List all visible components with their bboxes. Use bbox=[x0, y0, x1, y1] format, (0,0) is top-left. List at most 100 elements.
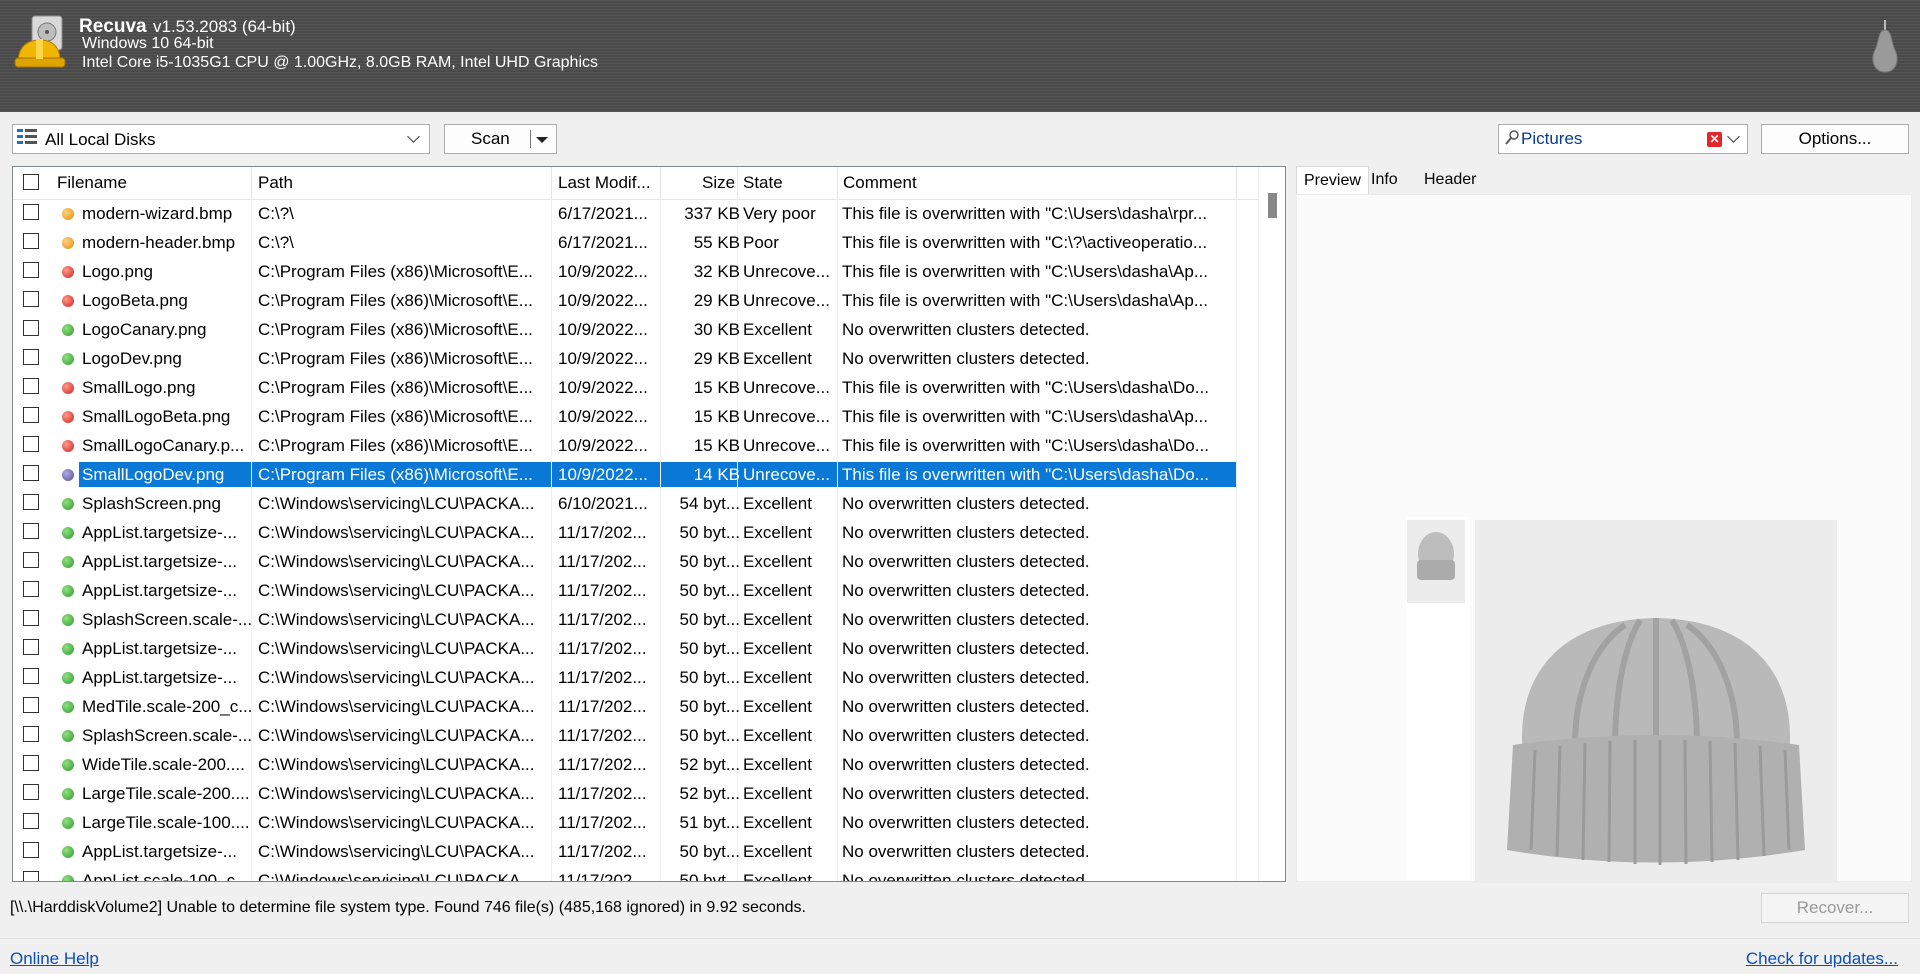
state-indicator-icon bbox=[62, 266, 74, 278]
file-row[interactable]: SmallLogo.png C:\Program Files (x86)\Micr… bbox=[13, 373, 1258, 402]
file-row[interactable]: AppList.targetsize-... C:\Windows\servici… bbox=[13, 547, 1258, 576]
cell-divider bbox=[660, 199, 661, 228]
file-row[interactable]: AppList.targetsize-... C:\Windows\servici… bbox=[13, 634, 1258, 663]
column-divider[interactable] bbox=[660, 167, 661, 199]
file-row[interactable]: LogoBeta.png C:\Program Files (x86)\Micro… bbox=[13, 286, 1258, 315]
file-row[interactable]: AppList.targetsize-... C:\Windows\servici… bbox=[13, 837, 1258, 866]
row-checkbox[interactable] bbox=[23, 291, 39, 307]
beanie-thumbnail-image[interactable] bbox=[1407, 520, 1465, 603]
file-row[interactable]: SmallLogoCanary.p... C:\Program Files (x8… bbox=[13, 431, 1258, 460]
row-checkbox[interactable] bbox=[23, 581, 39, 597]
scan-dropdown-arrow-icon[interactable] bbox=[536, 137, 548, 143]
cell-state: Excellent bbox=[743, 697, 812, 716]
file-row[interactable]: SplashScreen.scale-... C:\Windows\servici… bbox=[13, 605, 1258, 634]
row-checkbox[interactable] bbox=[23, 842, 39, 858]
cell-path: C:\Windows\servicing\LCU\PACKA... bbox=[258, 726, 535, 745]
row-checkbox[interactable] bbox=[23, 726, 39, 742]
row-checkbox[interactable] bbox=[23, 610, 39, 626]
cell-comment: No overwritten clusters detected. bbox=[842, 871, 1090, 882]
tab-preview[interactable]: Preview bbox=[1296, 166, 1369, 195]
cell-path: C:\Program Files (x86)\Microsoft\E... bbox=[258, 436, 533, 455]
row-checkbox[interactable] bbox=[23, 784, 39, 800]
column-divider[interactable] bbox=[551, 167, 552, 199]
row-checkbox[interactable] bbox=[23, 494, 39, 510]
options-button[interactable]: Options... bbox=[1761, 124, 1909, 154]
row-checkbox[interactable] bbox=[23, 320, 39, 336]
clear-filter-icon[interactable]: ✕ bbox=[1707, 132, 1722, 147]
row-checkbox[interactable] bbox=[23, 407, 39, 423]
select-all-checkbox[interactable] bbox=[23, 174, 39, 190]
cell-filename: SplashScreen.png bbox=[82, 494, 221, 513]
state-indicator-icon bbox=[62, 759, 74, 771]
file-row[interactable]: modern-header.bmp C:\?\ 6/17/2021... 55 KB P… bbox=[13, 228, 1258, 257]
row-checkbox[interactable] bbox=[23, 668, 39, 684]
cell-size: 50 byt... bbox=[679, 581, 740, 600]
file-row[interactable]: AppList.targetsize-... C:\Windows\servici… bbox=[13, 576, 1258, 605]
vertical-scrollbar[interactable] bbox=[1258, 167, 1285, 881]
row-checkbox[interactable] bbox=[23, 697, 39, 713]
file-row[interactable]: LargeTile.scale-200.... C:\Windows\servic… bbox=[13, 779, 1258, 808]
file-row[interactable]: SmallLogoDev.png C:\Program Files (x86)\M… bbox=[13, 460, 1258, 489]
row-checkbox[interactable] bbox=[23, 639, 39, 655]
column-state[interactable]: State bbox=[743, 173, 783, 193]
tab-info[interactable]: Info bbox=[1364, 166, 1405, 194]
cell-path: C:\Windows\servicing\LCU\PACKA... bbox=[258, 523, 535, 542]
state-indicator-icon bbox=[62, 614, 74, 626]
cell-comment: No overwritten clusters detected. bbox=[842, 726, 1090, 745]
column-last-modified[interactable]: Last Modif... bbox=[558, 173, 651, 193]
cell-last-modified: 11/17/202... bbox=[558, 523, 647, 542]
file-row[interactable]: AppList.targetsize-... C:\Windows\servici… bbox=[13, 518, 1258, 547]
file-row[interactable]: MedTile.scale-200_c... C:\Windows\servici… bbox=[13, 692, 1258, 721]
column-size[interactable]: Size bbox=[702, 173, 735, 193]
file-row[interactable]: SplashScreen.scale-... C:\Windows\servici… bbox=[13, 721, 1258, 750]
row-checkbox[interactable] bbox=[23, 871, 39, 881]
file-row[interactable]: LogoDev.png C:\Program Files (x86)\Micros… bbox=[13, 344, 1258, 373]
file-row[interactable]: SplashScreen.png C:\Windows\servicing\LCU… bbox=[13, 489, 1258, 518]
beanie-preview-image bbox=[1475, 520, 1837, 883]
tab-header[interactable]: Header bbox=[1417, 166, 1483, 194]
column-divider[interactable] bbox=[837, 167, 838, 199]
cell-size: 51 byt... bbox=[679, 813, 740, 832]
row-checkbox[interactable] bbox=[23, 465, 39, 481]
file-row[interactable]: WideTile.scale-200.... C:\Windows\servici… bbox=[13, 750, 1258, 779]
file-row[interactable]: LargeTile.scale-100.... C:\Windows\servic… bbox=[13, 808, 1258, 837]
row-checkbox[interactable] bbox=[23, 523, 39, 539]
row-checkbox[interactable] bbox=[23, 233, 39, 249]
state-indicator-icon bbox=[62, 382, 74, 394]
cell-state: Unrecove... bbox=[743, 378, 830, 397]
column-divider[interactable] bbox=[1236, 167, 1237, 199]
row-checkbox[interactable] bbox=[23, 755, 39, 771]
column-path[interactable]: Path bbox=[258, 173, 293, 193]
cell-filename: MedTile.scale-200_c... bbox=[82, 697, 253, 716]
column-divider[interactable] bbox=[737, 167, 738, 199]
column-divider[interactable] bbox=[251, 167, 252, 199]
file-row[interactable]: modern-wizard.bmp C:\?\ 6/17/2021... 337 KB… bbox=[13, 199, 1258, 228]
row-checkbox[interactable] bbox=[23, 813, 39, 829]
row-checkbox[interactable] bbox=[23, 436, 39, 452]
column-comment[interactable]: Comment bbox=[843, 173, 917, 193]
cell-state: Excellent bbox=[743, 349, 812, 368]
row-checkbox[interactable] bbox=[23, 552, 39, 568]
file-type-filter[interactable]: Pictures ✕ bbox=[1498, 124, 1748, 154]
row-checkbox[interactable] bbox=[23, 349, 39, 365]
drive-select[interactable]: All Local Disks bbox=[12, 124, 430, 154]
scrollbar-thumb[interactable] bbox=[1268, 193, 1277, 218]
row-checkbox[interactable] bbox=[23, 262, 39, 278]
cell-last-modified: 11/17/202... bbox=[558, 755, 647, 774]
online-help-link[interactable]: Online Help bbox=[10, 949, 99, 969]
column-filename[interactable]: Filename bbox=[57, 173, 127, 193]
scan-button[interactable]: Scan bbox=[444, 124, 557, 154]
file-row[interactable]: Logo.png C:\Program Files (x86)\Microsoft… bbox=[13, 257, 1258, 286]
file-row[interactable]: AppList.targetsize-... C:\Windows\servici… bbox=[13, 663, 1258, 692]
cell-filename: LogoCanary.png bbox=[82, 320, 207, 339]
check-updates-link[interactable]: Check for updates... bbox=[1746, 949, 1898, 969]
row-checkbox[interactable] bbox=[23, 378, 39, 394]
file-row[interactable]: LogoCanary.png C:\Program Files (x86)\Mic… bbox=[13, 315, 1258, 344]
recover-button[interactable]: Recover... bbox=[1761, 893, 1909, 923]
row-checkbox[interactable] bbox=[23, 204, 39, 220]
file-row[interactable]: AppList.scale-100_c... C:\Windows\servici… bbox=[13, 866, 1258, 882]
file-row[interactable]: SmallLogoBeta.png C:\Program Files (x86)\… bbox=[13, 402, 1258, 431]
cell-size: 14 KB bbox=[693, 465, 740, 484]
scan-split-divider bbox=[530, 130, 531, 148]
cell-comment: This file is overwritten with "C:\?\acti… bbox=[842, 233, 1208, 252]
